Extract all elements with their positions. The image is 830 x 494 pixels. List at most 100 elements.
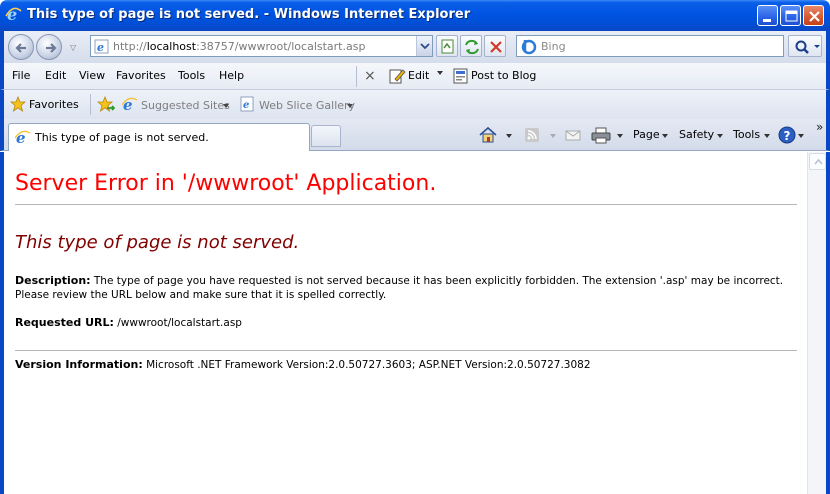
- search-button[interactable]: [788, 35, 822, 57]
- scroll-up-button[interactable]: [809, 153, 826, 170]
- close-button[interactable]: [803, 5, 824, 26]
- address-dropdown-button[interactable]: [416, 36, 432, 56]
- menu-favorites[interactable]: Favorites: [116, 69, 166, 82]
- safety-menu-label: Safety: [679, 128, 715, 141]
- favorites-separator: [90, 94, 91, 115]
- server-error-heading: Server Error in '/wwwroot' Application.: [15, 171, 437, 196]
- menu-help[interactable]: Help: [219, 69, 244, 82]
- back-arrow-icon: [15, 43, 26, 53]
- menu-bar: File Edit View Favorites Tools Help × Ed…: [0, 63, 830, 90]
- tab-title: This type of page is not served.: [35, 131, 209, 144]
- stop-x-icon: [490, 41, 502, 53]
- address-toolbar: ▽ e http://localhost:38757/wwwroot/local…: [0, 31, 830, 63]
- print-dropdown-icon: [617, 134, 623, 138]
- svg-text:e: e: [97, 41, 104, 54]
- minimize-icon: [763, 19, 771, 22]
- recent-pages-dropdown-icon[interactable]: ▽: [70, 43, 76, 52]
- chevron-down-icon: [420, 43, 430, 50]
- address-field[interactable]: e http://localhost:38757/wwwroot/localst…: [90, 35, 433, 57]
- compatibility-view-button[interactable]: [436, 35, 458, 57]
- suggested-sites-label: Suggested Sites: [141, 99, 230, 112]
- menu-edit[interactable]: Edit: [45, 69, 66, 82]
- bing-logo-icon: [521, 39, 537, 55]
- tab-current[interactable]: e This type of page is not served.: [8, 123, 310, 151]
- tools-menu-button[interactable]: Tools: [733, 125, 773, 145]
- ie-logo-icon: e: [5, 6, 22, 23]
- version-divider: [15, 350, 797, 351]
- suggested-sites-ie-icon: e: [122, 96, 138, 112]
- safety-menu-button[interactable]: Safety: [679, 125, 725, 145]
- vertical-scrollbar[interactable]: [807, 152, 826, 494]
- description-text: The type of page you have requested is n…: [15, 275, 784, 301]
- window-right-border: [826, 152, 830, 494]
- forward-button[interactable]: [36, 34, 62, 60]
- url-host: localhost: [146, 40, 197, 53]
- home-button[interactable]: [478, 125, 514, 145]
- version-paragraph: Version Information: Microsoft .NET Fram…: [15, 358, 785, 372]
- home-dropdown-icon: [506, 134, 512, 138]
- more-commands-chevron-icon[interactable]: »: [816, 120, 823, 134]
- safety-dropdown-icon: [717, 134, 723, 138]
- page-menu-label: Page: [633, 128, 660, 141]
- favorites-button[interactable]: Favorites: [29, 98, 79, 111]
- stop-button[interactable]: [484, 35, 506, 57]
- suggested-sites-dropdown-icon: [223, 104, 229, 108]
- new-tab-button[interactable]: [311, 125, 341, 147]
- edit-dropdown-icon[interactable]: [437, 71, 443, 75]
- url-path: :38757/wwwroot/localstart.asp: [196, 40, 366, 53]
- page-menu-button[interactable]: Page: [633, 125, 671, 145]
- minimize-button[interactable]: [757, 5, 778, 26]
- svg-text:?: ?: [784, 129, 791, 143]
- requested-url-value: /wwwroot/localstart.asp: [117, 317, 242, 329]
- requested-url-paragraph: Requested URL: /wwwroot/localstart.asp: [15, 316, 785, 330]
- requested-url-label: Requested URL:: [15, 316, 114, 329]
- page-ie-icon: e: [94, 39, 109, 54]
- search-input[interactable]: Bing: [516, 35, 784, 57]
- search-icon: [795, 40, 820, 54]
- tools-dropdown-icon: [764, 134, 770, 138]
- web-slice-page-icon: e: [240, 96, 254, 112]
- help-button[interactable]: ?: [777, 125, 805, 145]
- feeds-button[interactable]: [522, 125, 556, 145]
- home-icon: [479, 126, 497, 143]
- menu-file[interactable]: File: [12, 69, 30, 82]
- tab-ie-icon: e: [15, 129, 31, 145]
- favorites-star-icon: [10, 96, 26, 112]
- post-to-blog-label: Post to Blog: [471, 69, 537, 82]
- version-value: Microsoft .NET Framework Version:2.0.507…: [146, 359, 591, 371]
- tab-row: e This type of page is not served. Page …: [0, 119, 830, 151]
- favorites-bar: Favorites e Suggested Sites e Web Slice …: [0, 90, 830, 119]
- print-button[interactable]: [590, 125, 626, 145]
- heading-divider: [15, 204, 797, 205]
- suggested-sites-link[interactable]: e Suggested Sites: [122, 96, 232, 114]
- maximize-icon: [785, 10, 798, 22]
- description-paragraph: Description: The type of page you have r…: [15, 274, 785, 302]
- close-menu-x-icon[interactable]: ×: [364, 68, 376, 84]
- help-dropdown-icon: [798, 134, 804, 138]
- edit-button-label: Edit: [408, 69, 430, 82]
- back-button[interactable]: [8, 34, 34, 60]
- add-to-favorites-icon[interactable]: [97, 96, 115, 112]
- web-slice-gallery-label: Web Slice Gallery: [259, 99, 356, 112]
- title-bar[interactable]: e This type of page is not served. - Win…: [0, 0, 830, 31]
- refresh-button[interactable]: [460, 35, 482, 57]
- error-title: This type of page is not served.: [15, 232, 300, 253]
- maximize-button[interactable]: [780, 5, 801, 26]
- refresh-icon: [465, 39, 479, 55]
- close-icon: [809, 11, 820, 22]
- svg-text:e: e: [243, 100, 249, 111]
- compatibility-icon: [441, 39, 454, 54]
- feeds-dropdown-icon: [550, 134, 556, 138]
- web-slice-gallery-link[interactable]: e Web Slice Gallery: [240, 96, 355, 114]
- tools-menu-label: Tools: [733, 128, 761, 141]
- menu-view[interactable]: View: [79, 69, 105, 82]
- mail-icon: [565, 130, 581, 141]
- description-label: Description:: [15, 274, 91, 287]
- menu-tools[interactable]: Tools: [178, 69, 205, 82]
- edit-pencil-icon: [389, 69, 406, 84]
- help-question-icon: ?: [778, 126, 796, 144]
- page-content: Server Error in '/wwwroot' Application. …: [4, 152, 807, 494]
- scroll-up-arrow-icon: [814, 158, 823, 165]
- blog-icon: [453, 68, 468, 84]
- read-mail-button[interactable]: [563, 125, 583, 145]
